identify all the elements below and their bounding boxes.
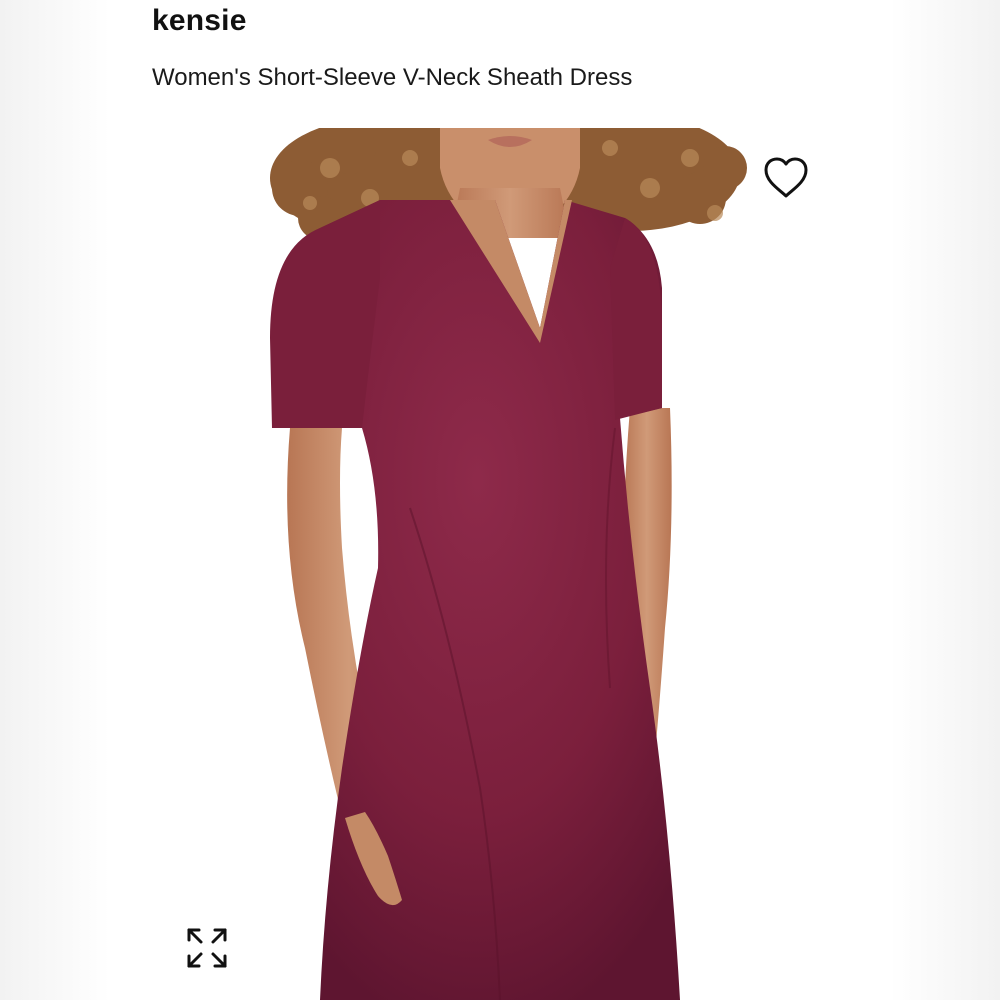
product-page: kensie Women's Short-Sleeve V-Neck Sheat… [0,0,1000,1000]
heart-icon [764,157,808,198]
expand-icon [187,928,227,968]
wishlist-button[interactable] [760,152,812,204]
zoom-button[interactable] [182,923,232,973]
product-image[interactable] [110,128,890,1000]
right-sleeve [610,218,662,420]
product-title: Women's Short-Sleeve V-Neck Sheath Dress [152,64,633,91]
product-image-area[interactable] [110,128,890,1000]
left-sleeve [270,200,380,428]
brand-name[interactable]: kensie [152,4,247,38]
